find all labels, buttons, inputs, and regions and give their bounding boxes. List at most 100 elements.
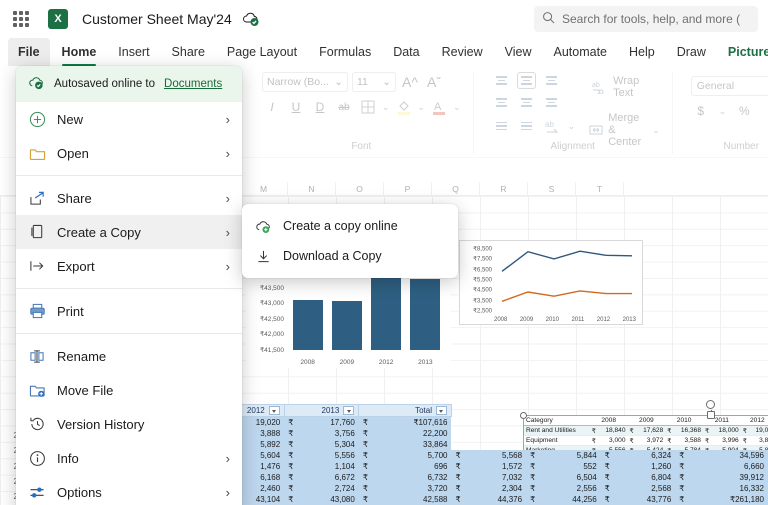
search-input[interactable]: Search for tools, help, and more ( [534,6,758,32]
menu-item-label: Create a Copy [57,225,215,240]
tab-file[interactable]: File [8,38,50,66]
table-cell: 22,200 [372,428,452,439]
wrap-text-label: Wrap Text [613,75,660,99]
shrink-font-icon[interactable]: Aˇ [424,72,444,92]
grow-font-icon[interactable]: A^ [400,72,420,92]
file-menu-item-move-file[interactable]: Move File [16,373,242,407]
wrap-text-button[interactable]: ab Wrap Text [589,75,660,99]
font-name-select[interactable]: Narrow (Bo...⌄ [262,72,348,92]
borders-icon[interactable] [358,97,378,117]
increase-indent-icon[interactable] [517,118,536,135]
filter-dropdown-icon[interactable] [269,406,280,415]
tab-formulas[interactable]: Formulas [309,38,381,66]
font-color-icon[interactable]: A [429,97,449,117]
column-header-S[interactable]: S [528,182,576,195]
ribbon-group-number: General $ ⌄ % 9 ⌄ Number [673,72,768,154]
tab-home[interactable]: Home [52,38,107,66]
create-copy-submenu: Create a copy online Download a Copy [242,204,458,278]
line-chart-ytick: ₹3,500 [473,297,492,304]
tab-picture[interactable]: Picture [718,38,768,66]
align-center-icon[interactable] [517,94,536,111]
tab-page-layout[interactable]: Page Layout [217,38,307,66]
align-left-icon[interactable] [492,94,511,111]
text-orientation-icon[interactable]: ab [542,116,562,136]
chevron-right-icon: › [226,146,230,161]
file-menu-item-options[interactable]: Options› [16,475,242,505]
currency-symbol: ₹ [526,472,539,483]
double-underline-button[interactable]: D [310,97,330,117]
decrease-indent-icon[interactable] [492,118,511,135]
column-header-M[interactable]: M [240,182,288,195]
line-chart[interactable]: ₹8,500₹7,500₹6,500₹5,500₹4,500₹3,500₹2,5… [459,240,643,325]
file-menu-item-info[interactable]: Info› [16,441,242,475]
plus-circle-icon [28,110,46,128]
bar-chart[interactable]: ₹44,000₹43,500₹43,000₹42,500₹42,000₹41,5… [246,268,451,368]
download-icon [254,247,272,265]
file-menu-item-open[interactable]: Open › [16,136,242,170]
share-icon [28,189,46,207]
tab-draw[interactable]: Draw [667,38,716,66]
line-chart-xtick: 2012 [597,317,610,323]
number-format-select[interactable]: General [691,76,768,96]
table-cell: 6,324 [614,450,676,461]
italic-button[interactable]: I [262,97,282,117]
filter-dropdown-icon[interactable] [436,406,447,415]
percent-format-button[interactable]: % [734,101,754,121]
documents-link[interactable]: Documents [164,78,222,90]
column-header-P[interactable]: P [384,182,432,195]
currency-symbol: ₹ [451,472,464,483]
currency-symbol: ₹ [675,494,688,505]
file-menu-item-print[interactable]: Print [16,294,242,328]
currency-symbol: ₹ [359,428,372,439]
create-copy-online-item[interactable]: Create a copy online [242,211,458,241]
file-menu-item-create-a-copy[interactable]: Create a Copy› [16,215,242,249]
currency-symbol: ₹ [359,439,372,450]
filter-dropdown-icon[interactable] [343,406,354,415]
file-menu-item-new[interactable]: New› [16,102,242,136]
table-cell: 42,588 [372,494,452,505]
currency-format-button[interactable]: $ [691,101,711,121]
download-copy-item[interactable]: Download a Copy [242,241,458,271]
alignment-group-label: Alignment [474,141,672,152]
column-header-Q[interactable]: Q [432,182,480,195]
column-header-N[interactable]: N [288,182,336,195]
currency-symbol: ₹ [359,461,372,472]
tab-help[interactable]: Help [619,38,665,66]
cloud-synced-icon[interactable] [242,11,260,27]
file-menu-item-share[interactable]: Share› [16,181,242,215]
data-table-header-2013[interactable]: 2013 [284,404,359,416]
column-header-O[interactable]: O [336,182,384,195]
data-table-header-Total[interactable]: Total [359,404,452,416]
comma-format-button[interactable]: 9 [762,101,768,121]
cloud-plus-icon [254,217,272,235]
fill-color-icon[interactable] [394,97,414,117]
rename-icon [28,347,46,365]
table-cell: 6,660 [688,461,768,472]
column-header-T[interactable]: T [576,182,624,195]
underline-button[interactable]: U [286,97,306,117]
menu-item-label: Open [57,146,215,161]
align-middle-icon[interactable] [517,72,536,89]
move-file-icon [28,381,46,399]
column-header-R[interactable]: R [480,182,528,195]
file-menu-item-rename[interactable]: Rename [16,339,242,373]
tab-insert[interactable]: Insert [108,38,159,66]
currency-symbol: ₹ [601,450,614,461]
document-title[interactable]: Customer Sheet May'24 [82,11,232,27]
tab-view[interactable]: View [495,38,542,66]
align-right-icon[interactable] [542,94,561,111]
file-menu-item-export[interactable]: Export› [16,249,242,283]
align-bottom-icon[interactable] [542,72,561,89]
align-top-icon[interactable] [492,72,511,89]
line-chart-xtick: 2011 [571,317,584,323]
tab-review[interactable]: Review [432,38,493,66]
font-size-select[interactable]: 11⌄ [352,72,396,92]
tab-data[interactable]: Data [383,38,429,66]
strikethrough-button[interactable]: ab [334,97,354,117]
line-chart-series [502,251,632,271]
chevron-right-icon: › [226,112,230,127]
app-launcher-icon[interactable] [10,8,32,30]
tab-share[interactable]: Share [162,38,215,66]
file-menu-item-version-history[interactable]: Version History [16,407,242,441]
tab-automate[interactable]: Automate [543,38,617,66]
